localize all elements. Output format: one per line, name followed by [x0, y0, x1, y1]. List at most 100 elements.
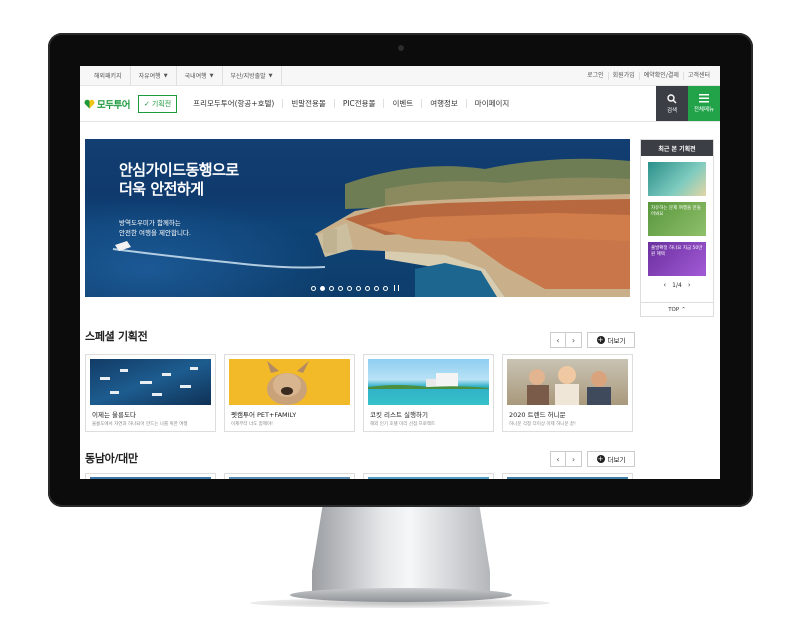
chevron-up-icon: ⌃ — [681, 306, 686, 313]
product-card[interactable] — [502, 473, 633, 479]
recent-pagination: ‹ 1/4 › — [641, 281, 713, 289]
plus-icon: + — [596, 455, 605, 463]
monitor-base — [290, 588, 512, 602]
slide-dot-3[interactable] — [329, 285, 334, 291]
prev-button[interactable]: ‹ — [550, 451, 566, 467]
slide-dot-9[interactable] — [383, 285, 388, 291]
card-image — [90, 477, 211, 479]
topnav-label: 해외패키지 — [94, 73, 122, 80]
chevron-left-icon[interactable]: ‹ — [657, 281, 672, 289]
topnav-busan-departure[interactable]: 부산/지방출발 ▼ — [223, 66, 282, 86]
logo-text: 모두투어 — [97, 99, 130, 111]
chevron-right-icon[interactable]: › — [682, 281, 697, 289]
exhibition-card[interactable]: 코킷 리스트 실행하기 해외 인기 호텔 미리 선점 프로젝트 — [363, 354, 494, 432]
plus-icon: + — [596, 336, 605, 344]
slide-dot-1[interactable] — [311, 285, 316, 291]
hamburger-icon — [699, 94, 709, 103]
recent-item-1[interactable] — [648, 162, 706, 196]
top-button[interactable]: TOP ⌃ — [641, 302, 713, 316]
exhibition-card[interactable]: 이제는 울릉도다 울릉도에서 자연과 하나되어 만드는 나를 위한 여행 — [85, 354, 216, 432]
recently-viewed-panel: 최근 본 기획전 자유하는 문제 여행을 만들어봐요 출발확정 하나요 지금 5… — [640, 139, 714, 317]
heart-logo-icon — [84, 99, 95, 108]
menu-item-exclusive-mall[interactable]: 빈말전용몰 — [283, 99, 335, 108]
slide-indicators — [311, 285, 399, 291]
card-image — [507, 359, 628, 405]
card-subtitle: 울릉도에서 자연과 하나되어 만드는 나를 위한 여행 — [92, 422, 188, 427]
customer-center-link[interactable]: 고객센터 — [682, 71, 714, 80]
recent-page-indicator: 1/4 — [672, 281, 682, 289]
hero-banner[interactable]: 안심가이드동행으로 더욱 안전하게 방역도우미가 함께하는 안전한 여행을 제안… — [85, 139, 630, 297]
signup-link[interactable]: 회원가입 — [607, 71, 639, 80]
topnav-label: 자유여행 — [138, 73, 161, 80]
slide-dot-6[interactable] — [356, 285, 361, 291]
topnav-label: 부산/지방출발 — [230, 73, 266, 80]
card-image — [368, 477, 489, 479]
more-button[interactable]: + 더보기 — [587, 451, 635, 467]
slide-dot-5[interactable] — [347, 285, 352, 291]
slide-dot-8[interactable] — [374, 285, 379, 291]
slide-dot-4[interactable] — [338, 285, 343, 291]
card-image — [229, 359, 350, 405]
main-menu: 프리모두투어(항공+호텔) 빈말전용몰 PIC전용몰 이벤트 여행정보 마이페이… — [185, 99, 517, 108]
recent-panel-title: 최근 본 기획전 — [641, 140, 713, 156]
recent-item-3[interactable]: 출발확정 하나요 지금 50만원 혜택 — [648, 242, 706, 276]
product-card[interactable] — [363, 473, 494, 479]
top-utility-bar: 해외패키지 자유여행 ▼ 국내여행 ▼ 부산/지방출발 ▼ 로그인 회원가입 예약확인… — [80, 66, 720, 86]
login-link[interactable]: 로그인 — [583, 72, 608, 80]
slide-dot-7[interactable] — [365, 285, 370, 291]
card-title: 이제는 울릉도다 — [92, 411, 136, 419]
topnav-overseas-package[interactable]: 해외패키지 — [86, 66, 131, 86]
menu-item-mypage[interactable]: 마이페이지 — [467, 99, 518, 108]
friends-selfie-image — [527, 366, 611, 405]
card-image — [368, 359, 489, 405]
exhibition-card[interactable]: 펫캠투어 PET+FAMILY 이제부터 너도 함께야! — [224, 354, 355, 432]
product-card[interactable] — [85, 473, 216, 479]
gnb-actions: 검색 전체메뉴 — [656, 86, 720, 122]
screen: 해외패키지 자유여행 ▼ 국내여행 ▼ 부산/지방출발 ▼ 로그인 회원가입 예약확인… — [80, 66, 720, 479]
menu-item-free-modetour[interactable]: 프리모두투어(항공+호텔) — [185, 99, 284, 108]
caret-down-icon: ▼ — [268, 72, 273, 79]
card-subtitle: 허니문 걱정 더이상 이제 허니문 끝! — [509, 422, 576, 427]
camera-dot — [398, 45, 404, 51]
monitor-stand — [312, 505, 490, 597]
card-title: 2020 트렌드 허니문 — [509, 411, 566, 419]
more-label: 더보기 — [607, 456, 626, 464]
slide-dot-2[interactable] — [320, 285, 325, 291]
topnav-domestic[interactable]: 국내여행 ▼ — [177, 66, 223, 86]
search-label: 검색 — [666, 107, 678, 114]
prev-button[interactable]: ‹ — [550, 332, 566, 348]
menu-item-event[interactable]: 이벤트 — [384, 99, 423, 108]
section-controls-sea-taiwan: ‹ › + 더보기 — [550, 451, 635, 467]
caret-down-icon: ▼ — [163, 72, 168, 79]
exhibition-card[interactable]: 2020 트렌드 허니문 허니문 걱정 더이상 이제 허니문 끝! — [502, 354, 633, 432]
bulldog-image — [267, 361, 309, 405]
search-icon — [667, 93, 677, 103]
check-icon: ✓ — [143, 99, 150, 108]
section-controls-special: ‹ › + 더보기 — [550, 332, 635, 348]
logo[interactable]: 모두투어 — [84, 97, 130, 111]
more-button[interactable]: + 더보기 — [587, 332, 635, 348]
pause-icon[interactable] — [394, 285, 399, 291]
card-title: 펫캠투어 PET+FAMILY — [231, 411, 297, 419]
hero-subtitle-line: 안전한 여행을 제안합니다. — [119, 229, 191, 237]
next-button[interactable]: › — [566, 332, 582, 348]
recent-item-2[interactable]: 자유하는 문제 여행을 만들어봐요 — [648, 202, 706, 236]
hero-title-line: 더욱 안전하게 — [119, 180, 204, 198]
special-exhibition-button[interactable]: ✓ 기획전 — [137, 94, 178, 113]
reservation-link[interactable]: 예약확인/결제 — [638, 71, 683, 80]
card-image — [507, 477, 628, 479]
card-subtitle: 해외 인기 호텔 미리 선점 프로젝트 — [370, 422, 436, 427]
all-menu-button[interactable]: 전체메뉴 — [688, 86, 720, 121]
special-button-label: 기획전 — [151, 99, 172, 108]
hero-title-line: 안심가이드동행으로 — [119, 161, 239, 179]
menu-item-pic-mall[interactable]: PIC전용몰 — [335, 99, 385, 108]
card-title: 코킷 리스트 실행하기 — [370, 411, 428, 419]
search-button[interactable]: 검색 — [656, 86, 688, 121]
section-title-special: 스페셜 기획전 — [85, 330, 148, 343]
next-button[interactable]: › — [566, 451, 582, 467]
topnav-free-travel[interactable]: 자유여행 ▼ — [131, 66, 177, 86]
product-card[interactable] — [224, 473, 355, 479]
hero-title: 안심가이드동행으로 더욱 안전하게 — [119, 161, 239, 199]
menu-item-travel-info[interactable]: 여행정보 — [422, 99, 467, 108]
card-image — [90, 359, 211, 405]
